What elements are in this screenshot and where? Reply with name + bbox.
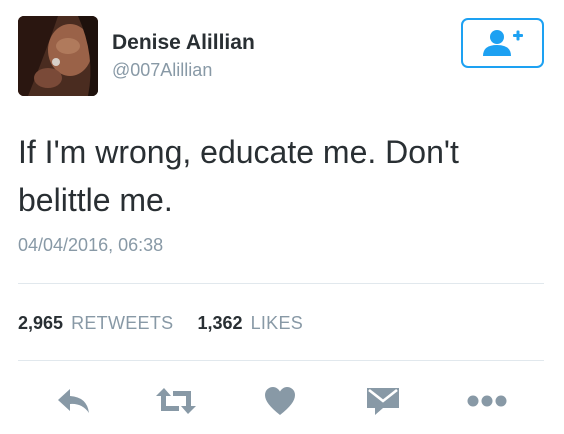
- tweet-stats: 2,965 RETWEETS 1,362 LIKES: [18, 311, 303, 335]
- follow-button[interactable]: [461, 18, 544, 68]
- retweet-button[interactable]: [154, 381, 198, 421]
- divider: [18, 360, 544, 361]
- avatar[interactable]: [18, 16, 98, 96]
- retweets-count: 2,965: [18, 313, 64, 333]
- envelope-icon: [367, 388, 399, 415]
- direct-message-button[interactable]: [361, 381, 405, 421]
- more-icon: [467, 395, 507, 407]
- display-name[interactable]: Denise Alillian: [112, 30, 255, 56]
- like-button[interactable]: [258, 381, 302, 421]
- more-button[interactable]: [465, 381, 509, 421]
- tweet-text: If I'm wrong, educate me. Don't belittle…: [18, 134, 459, 218]
- tweet-actions: [0, 375, 564, 425]
- add-user-icon: [482, 30, 523, 56]
- retweets-stat[interactable]: 2,965 RETWEETS: [18, 313, 178, 333]
- likes-count: 1,362: [197, 313, 243, 333]
- user-names: Denise Alillian @007Alillian: [112, 30, 255, 82]
- tweet-header: Denise Alillian @007Alillian: [0, 0, 564, 110]
- reply-button[interactable]: [52, 381, 96, 421]
- retweet-icon: [156, 388, 196, 414]
- heart-icon: [265, 387, 295, 415]
- likes-label: LIKES: [250, 313, 304, 333]
- retweets-label: RETWEETS: [71, 313, 174, 333]
- reply-icon: [58, 389, 89, 413]
- divider: [18, 283, 544, 284]
- likes-stat[interactable]: 1,362 LIKES: [198, 313, 304, 333]
- avatar-image: [18, 16, 98, 96]
- user-handle[interactable]: @007Alillian: [112, 58, 255, 82]
- tweet-timestamp[interactable]: 04/04/2016, 06:38: [18, 233, 163, 257]
